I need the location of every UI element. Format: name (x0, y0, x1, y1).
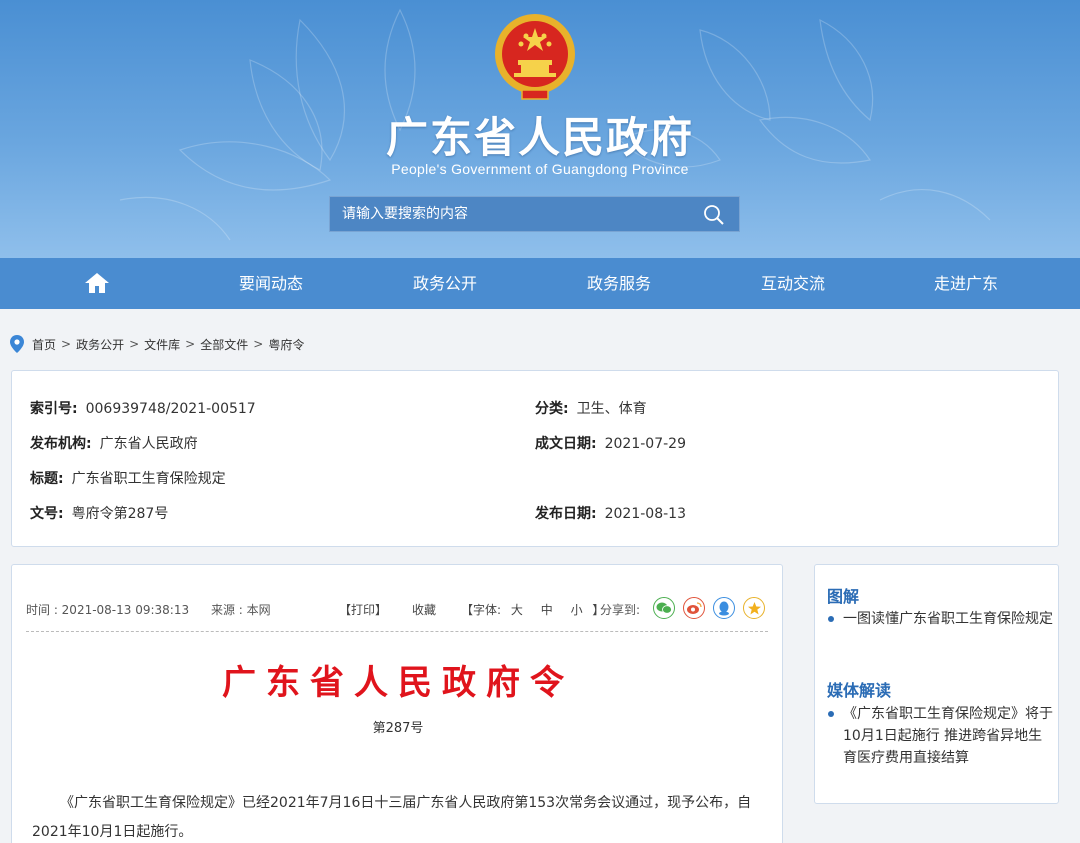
sidebar-infographic-link[interactable]: 一图读懂广东省职工生育保险规定 (843, 608, 1053, 630)
font-size-label: 【字体: (461, 603, 502, 617)
article-time: 时间 : 2021-08-13 09:38:13 (26, 603, 190, 617)
site-subtitle: People's Government of Guangdong Provinc… (391, 161, 689, 177)
related-sidebar: 图解 一图读懂广东省职工生育保险规定 媒体解读 《广东省职工生育保险规定》将于1… (814, 564, 1059, 804)
font-size-control: 【字体: 大 中 小 】 (461, 601, 604, 618)
sidebar-section-media-title: 媒体解读 (827, 681, 892, 700)
site-title: 广东省人民政府 (385, 113, 694, 162)
print-button[interactable]: 【打印】 (339, 601, 387, 618)
info-category-label: 分类: (535, 401, 569, 417)
bullet-dot (828, 616, 834, 622)
info-index-label: 索引号: (30, 401, 78, 417)
document-info-panel: 索引号: 006939748/2021-00517 分类: 卫生、体育 发布机构: 广… (11, 370, 1059, 547)
info-title-value: 广东省职工生育保险规定 (71, 471, 226, 487)
weibo-icon (687, 602, 702, 614)
article-paragraph: 《广东省职工生育保险规定》已经2021年7月16日十三届广东省人民政府第153次… (32, 795, 752, 840)
national-emblem-logo (495, 14, 575, 100)
nav-item-gov-service[interactable]: 政务服务 (559, 258, 679, 309)
share-qq-button[interactable] (713, 597, 735, 619)
breadcrumb-separator: > (129, 337, 140, 351)
sidebar-section-infographic-title: 图解 (827, 587, 860, 606)
info-title-label: 标题: (30, 471, 64, 487)
search-input[interactable] (330, 197, 690, 231)
order-title: 广东省人民政府令 (222, 663, 574, 703)
wechat-icon (656, 602, 672, 614)
bullet-dot (828, 711, 834, 717)
breadcrumb-separator: > (253, 337, 264, 351)
info-index-value: 006939748/2021-00517 (85, 401, 256, 417)
article-divider (26, 631, 768, 632)
qq-icon (719, 601, 729, 615)
info-category-value: 卫生、体育 (576, 401, 647, 417)
info-docno-row: 文号: 粤府令第287号 (30, 503, 168, 523)
search-box (329, 196, 740, 232)
breadcrumb-separator: > (61, 337, 72, 351)
font-medium-button[interactable]: 中 (541, 603, 553, 617)
article-source: 来源 : 本网 (210, 603, 271, 617)
info-category-row: 分类: 卫生、体育 (535, 398, 647, 418)
sidebar-media-link[interactable]: 《广东省职工生育保险规定》将于10月1日起施行 推进跨省异地生育医疗费用直接结算 (843, 703, 1053, 769)
nav-item-interaction[interactable]: 互动交流 (733, 258, 853, 309)
info-published-value: 2021-08-13 (604, 506, 686, 522)
info-index-row: 索引号: 006939748/2021-00517 (30, 398, 256, 418)
info-created-value: 2021-07-29 (604, 436, 686, 452)
share-qzone-button[interactable] (743, 597, 765, 619)
breadcrumb: 首页 > 政务公开 > 文件库 > 全部文件 > 粤府令 (10, 334, 304, 354)
search-icon[interactable] (703, 204, 725, 226)
location-pin-icon (10, 335, 24, 353)
breadcrumb-current[interactable]: 粤府令 (268, 336, 304, 353)
home-icon (85, 273, 109, 293)
info-created-row: 成文日期: 2021-07-29 (535, 433, 686, 453)
breadcrumb-separator: > (185, 337, 196, 351)
info-docno-label: 文号: (30, 506, 64, 522)
info-issuer-value: 广东省人民政府 (99, 436, 198, 452)
breadcrumb-file-library[interactable]: 文件库 (144, 336, 180, 353)
info-title-row: 标题: 广东省职工生育保险规定 (30, 468, 226, 488)
nav-item-about-guangdong[interactable]: 走进广东 (906, 258, 1026, 309)
info-published-label: 发布日期: (535, 506, 597, 522)
qzone-icon (747, 601, 761, 614)
share-label: 分享到: (600, 603, 641, 617)
breadcrumb-gov-open[interactable]: 政务公开 (76, 336, 124, 353)
favorite-button[interactable]: 收藏 (412, 601, 436, 618)
info-published-row: 发布日期: 2021-08-13 (535, 503, 686, 523)
article-panel: 时间 : 2021-08-13 09:38:13 来源 : 本网 【打印】 收藏… (11, 564, 783, 843)
article-meta: 时间 : 2021-08-13 09:38:13 来源 : 本网 (26, 601, 271, 618)
info-created-label: 成文日期: (535, 436, 597, 452)
main-nav: 要闻动态 政务公开 政务服务 互动交流 走进广东 (0, 258, 1080, 309)
info-issuer-label: 发布机构: (30, 436, 92, 452)
site-header: 广东省人民政府 People's Government of Guangdong… (0, 0, 1080, 258)
share-wechat-button[interactable] (653, 597, 675, 619)
nav-home[interactable] (77, 258, 117, 309)
nav-item-gov-open[interactable]: 政务公开 (385, 258, 505, 309)
font-small-button[interactable]: 小 (571, 603, 583, 617)
font-large-button[interactable]: 大 (511, 603, 523, 617)
order-number: 第287号 (372, 721, 424, 736)
share-weibo-button[interactable] (683, 597, 705, 619)
nav-item-news[interactable]: 要闻动态 (211, 258, 331, 309)
breadcrumb-home[interactable]: 首页 (32, 336, 56, 353)
info-docno-value: 粤府令第287号 (71, 506, 169, 522)
info-issuer-row: 发布机构: 广东省人民政府 (30, 433, 198, 453)
breadcrumb-all-files[interactable]: 全部文件 (200, 336, 248, 353)
